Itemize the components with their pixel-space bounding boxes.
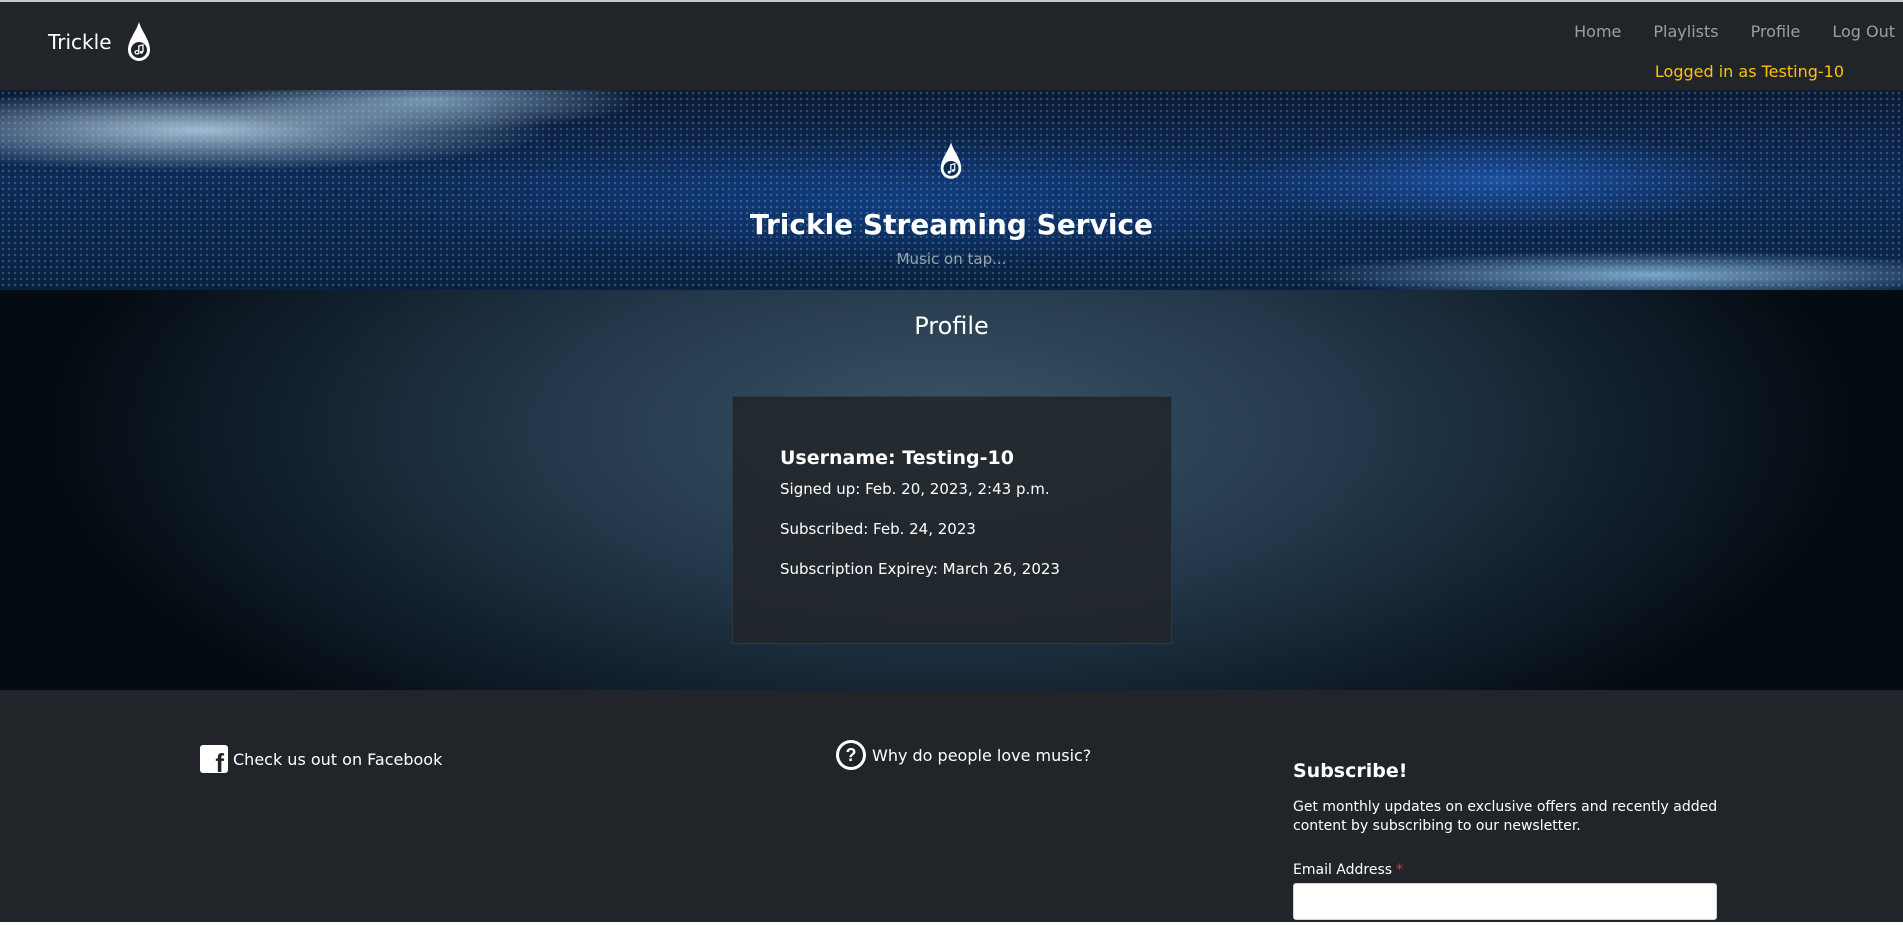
music-info-link[interactable]: ? Why do people love music? — [836, 740, 1091, 770]
nav-logout-link[interactable]: Log Out — [1832, 22, 1895, 41]
footer: f Check us out on Facebook ? Why do peop… — [0, 690, 1903, 922]
facebook-link-label: Check us out on Facebook — [233, 749, 443, 769]
question-circle-icon: ? — [836, 740, 866, 770]
email-label-text: Email Address — [1293, 862, 1393, 878]
profile-username: Username: Testing-10 — [780, 447, 1014, 469]
required-mark: * — [1396, 862, 1404, 878]
subscribe-heading: Subscribe! — [1293, 760, 1408, 782]
profile-card: Username: Testing-10 Signed up: Feb. 20,… — [732, 396, 1172, 644]
music-drop-icon — [940, 142, 962, 179]
nav-links: Home Playlists Profile Log Out — [1542, 22, 1895, 41]
login-status: Logged in as Testing-10 — [1654, 62, 1844, 81]
music-info-link-label: Why do people love music? — [872, 745, 1092, 765]
facebook-link[interactable]: f Check us out on Facebook — [200, 745, 443, 776]
page-title: Profile — [914, 312, 989, 340]
brand-link[interactable]: Trickle — [48, 20, 154, 64]
profile-subscribed: Subscribed: Feb. 24, 2023 — [780, 520, 976, 538]
navbar: Trickle Home Playlists Profile Log Out L… — [0, 2, 1903, 90]
music-drop-icon — [127, 22, 150, 61]
subscribe-description: Get monthly updates on exclusive offers … — [1293, 799, 1718, 834]
page: Trickle Home Playlists Profile Log Out L… — [0, 0, 1903, 922]
brand-name: Trickle — [48, 30, 112, 54]
email-label: Email Address * — [1293, 862, 1403, 878]
hero-banner: Trickle Streaming Service Music on tap..… — [0, 90, 1903, 290]
profile-subscription-expiry: Subscription Expirey: March 26, 2023 — [780, 560, 1060, 578]
main-content: Profile Username: Testing-10 Signed up: … — [0, 290, 1903, 690]
facebook-icon: f — [200, 745, 228, 776]
hero-title: Trickle Streaming Service — [749, 208, 1154, 241]
hero-subtitle: Music on tap... — [896, 250, 1007, 268]
nav-home-link[interactable]: Home — [1574, 22, 1621, 41]
nav-playlists-link[interactable]: Playlists — [1653, 22, 1718, 41]
email-input[interactable] — [1293, 883, 1717, 920]
nav-profile-link[interactable]: Profile — [1751, 22, 1801, 41]
profile-signed-up: Signed up: Feb. 20, 2023, 2:43 p.m. — [780, 480, 1050, 498]
